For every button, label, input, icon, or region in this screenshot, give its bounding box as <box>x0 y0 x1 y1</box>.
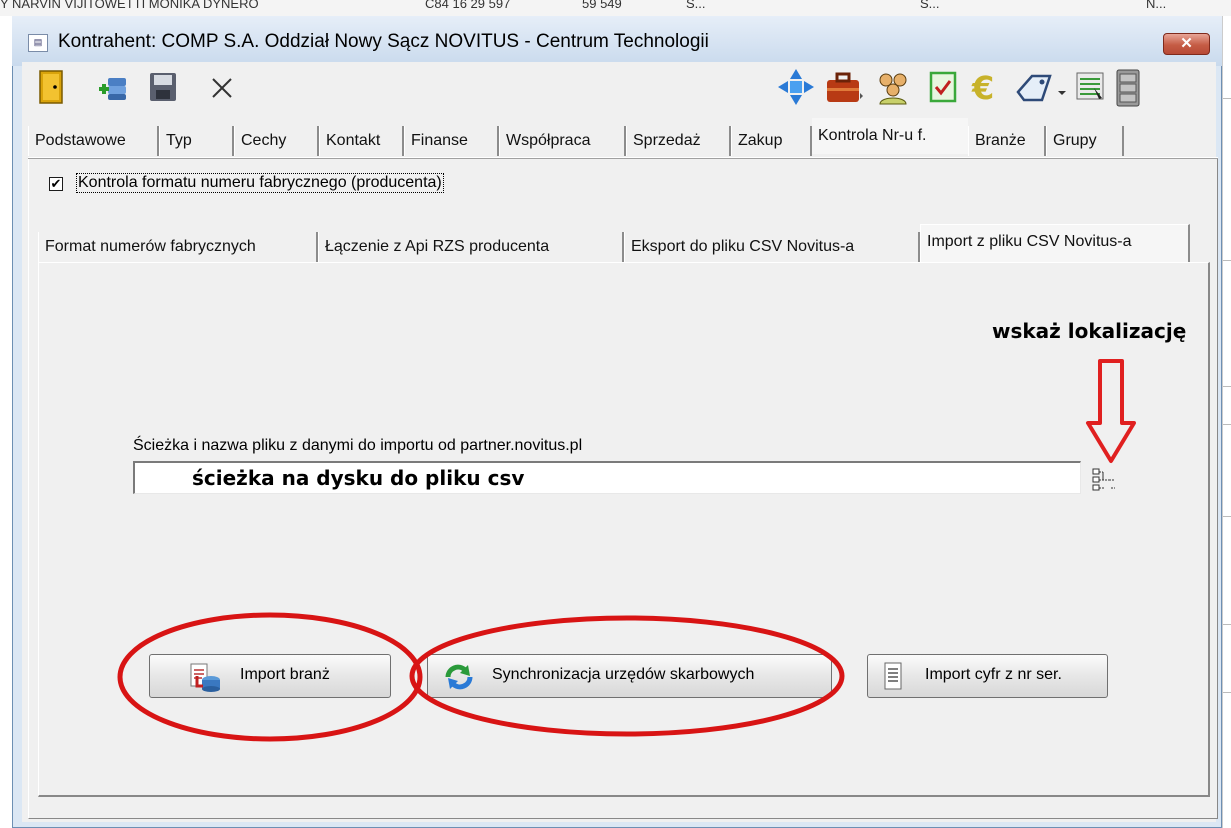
navigate-icon[interactable] <box>776 67 816 107</box>
format-control-label[interactable]: Kontrola formatu numeru fabrycznego (pro… <box>76 173 444 193</box>
briefcase-icon[interactable] <box>824 70 864 106</box>
tab-wspolpraca[interactable]: Współpraca <box>499 126 626 156</box>
tag-icon[interactable] <box>1014 70 1070 106</box>
import-cyfr-label: Import cyfr z nr ser. <box>925 666 1062 683</box>
annotation-locate: wskaż lokalizację <box>992 319 1187 343</box>
users-icon[interactable] <box>874 70 914 106</box>
bg-strip-text-3: 59 549 <box>582 0 622 11</box>
subtab-eksport-csv[interactable]: Eksport do pliku CSV Novitus-a <box>624 232 920 262</box>
background-window-left <box>0 16 12 828</box>
bg-strip-text-6: N... <box>1146 0 1167 11</box>
tab-finanse[interactable]: Finanse <box>404 126 499 156</box>
close-button[interactable]: ✕ <box>1163 33 1210 55</box>
window-title: Kontrahent: COMP S.A. Oddział Nowy Sącz … <box>58 31 709 52</box>
bg-strip-text-2: C84 16 29 597 <box>425 0 511 11</box>
subtab-import-csv[interactable]: Import z pliku CSV Novitus-a <box>920 224 1190 262</box>
path-hint-annotation: ścieżka na dysku do pliku csv <box>192 466 525 490</box>
checklist-icon[interactable] <box>928 70 958 104</box>
tab-grupy[interactable]: Grupy <box>1046 126 1124 156</box>
cabinet-icon[interactable] <box>1114 68 1142 108</box>
tab-kontakt[interactable]: Kontakt <box>319 126 404 156</box>
tab-kontrola-nr[interactable]: Kontrola Nr-u f. <box>812 118 968 154</box>
tab-cechy[interactable]: Cechy <box>234 126 319 156</box>
annotation-arrow <box>1086 359 1136 463</box>
door-icon[interactable] <box>36 69 66 105</box>
tab-sprzedaz[interactable]: Sprzedaż <box>626 126 731 156</box>
subtab-format[interactable]: Format numerów fabrycznych <box>38 232 318 262</box>
path-label: Ścieżka i nazwa pliku z danymi do import… <box>133 437 583 454</box>
annotation-ellipse-import-branz <box>117 612 423 742</box>
close-x-icon[interactable] <box>210 76 234 100</box>
add-icon[interactable] <box>96 72 130 102</box>
toolbar: € <box>22 62 1216 122</box>
import-cyfr-button[interactable]: Import cyfr z nr ser. <box>867 654 1108 698</box>
report-icon[interactable] <box>1074 70 1108 104</box>
save-icon[interactable] <box>148 71 178 103</box>
euro-icon[interactable]: € <box>968 70 1008 104</box>
background-window-right <box>1222 16 1231 828</box>
svg-text:€: € <box>971 70 994 104</box>
annotation-ellipse-sync <box>409 615 845 737</box>
tab-branze[interactable]: Branże <box>968 126 1046 156</box>
document-icon <box>884 662 902 690</box>
background-window-strip: Y NARVIN VIJITOWETTI MONIKA DYNERO C84 1… <box>0 0 1231 16</box>
bg-strip-text-1: Y NARVIN VIJITOWETTI MONIKA DYNERO <box>0 0 259 11</box>
browse-tree-icon[interactable] <box>1091 466 1117 492</box>
tab-podstawowe[interactable]: Podstawowe <box>28 126 159 156</box>
format-control-checkbox[interactable]: ✔ <box>49 177 63 191</box>
window-app-icon: ▤ <box>28 34 48 52</box>
subtab-api-rzs[interactable]: Łączenie z Api RZS producenta <box>318 232 624 262</box>
tab-zakup[interactable]: Zakup <box>731 126 812 156</box>
bg-strip-text-4: S... <box>686 0 706 11</box>
tab-typ[interactable]: Typ <box>159 126 234 156</box>
bg-strip-text-5: S... <box>920 0 940 11</box>
